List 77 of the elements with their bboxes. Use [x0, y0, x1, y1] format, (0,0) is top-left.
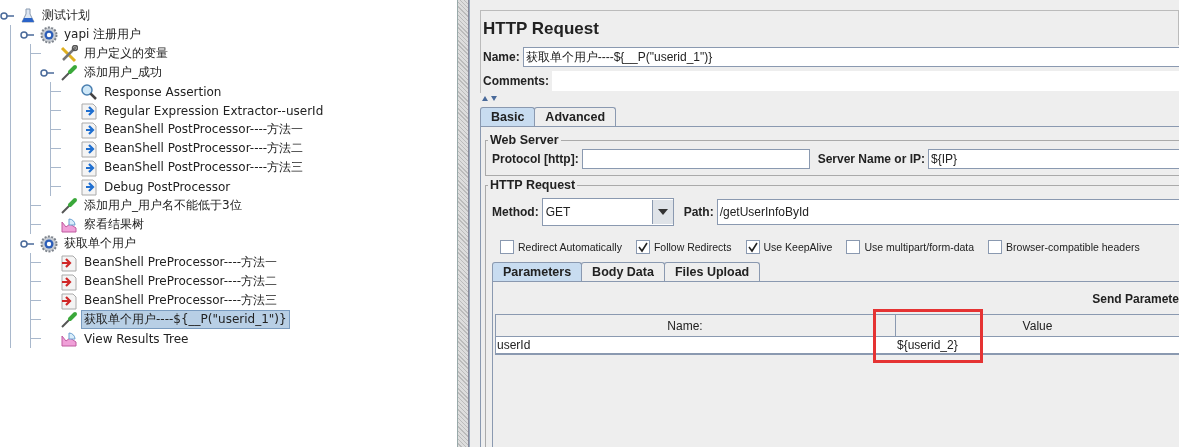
- pipette-icon: [60, 63, 78, 82]
- tab[interactable]: Parameters: [492, 262, 583, 281]
- document-arrow-icon: [60, 291, 78, 310]
- expand-handle-icon[interactable]: [0, 10, 14, 21]
- tree-item[interactable]: BeanShell PostProcessor----方法三: [101, 158, 307, 177]
- tree-item[interactable]: Debug PostProcessor: [101, 178, 234, 195]
- checkbox[interactable]: [500, 240, 514, 254]
- panel-title: HTTP Request: [480, 10, 1179, 45]
- document-arrow-icon: [80, 101, 98, 120]
- tree-item[interactable]: View Results Tree: [81, 330, 192, 347]
- protocol-label: Protocol [http]:: [492, 152, 579, 166]
- tab[interactable]: Advanced: [534, 107, 617, 126]
- tree-item[interactable]: 添加用户_用户名不能低于3位: [81, 196, 245, 215]
- tab[interactable]: Files Upload: [663, 262, 761, 281]
- column-header: Value: [1021, 317, 1054, 335]
- document-arrow-icon: [80, 139, 98, 158]
- checkbox-label: Use multipart/form-data: [864, 241, 975, 253]
- document-arrow-icon: [80, 177, 98, 196]
- tree-item[interactable]: Response Assertion: [101, 83, 225, 100]
- table-cell: ${userid_2}: [896, 337, 1179, 354]
- tree-item[interactable]: 获取单个用户----${__P("userid_1")}: [81, 310, 290, 329]
- document-arrow-icon: [60, 253, 78, 272]
- section-title: HTTP Request: [489, 178, 577, 192]
- name-field[interactable]: 获取单个用户----${__P("userid_1")}: [522, 47, 1179, 67]
- expand-handle-icon[interactable]: [20, 238, 34, 249]
- section-title: Web Server: [489, 133, 560, 147]
- expand-handle-icon[interactable]: [40, 67, 54, 78]
- method-dropdown[interactable]: GET: [541, 198, 674, 226]
- comments-label: Comments:: [483, 74, 549, 88]
- method-label: Method:: [492, 205, 539, 219]
- tree-item[interactable]: BeanShell PostProcessor----方法二: [101, 139, 307, 158]
- checkbox-label: Use KeepAlive: [763, 241, 833, 253]
- document-arrow-icon: [80, 120, 98, 139]
- document-arrow-icon: [80, 158, 98, 177]
- tree-item[interactable]: 察看结果树: [81, 215, 147, 234]
- tab[interactable]: Basic: [480, 107, 536, 126]
- tab[interactable]: Body Data: [581, 262, 665, 281]
- server-field[interactable]: ${IP}: [928, 149, 1179, 169]
- expand-handle-icon[interactable]: [20, 29, 34, 40]
- checkbox-label: Redirect Automatically: [518, 241, 622, 253]
- tree-item[interactable]: BeanShell PreProcessor----方法三: [81, 291, 281, 310]
- pipette-icon: [60, 310, 78, 329]
- checkbox-label: Browser-compatible headers: [1006, 241, 1140, 253]
- checkbox[interactable]: [635, 240, 650, 254]
- path-label: Path:: [683, 205, 714, 219]
- tree-item[interactable]: 添加用户_成功: [81, 63, 165, 82]
- splitter-arrows-icon[interactable]: [482, 95, 498, 101]
- checkbox[interactable]: [745, 240, 760, 254]
- tree-item[interactable]: yapi 注册用户: [61, 25, 145, 44]
- tree-item[interactable]: 用户定义的变量: [81, 44, 171, 63]
- tree-item[interactable]: BeanShell PreProcessor----方法一: [81, 253, 281, 272]
- path-field[interactable]: /getUserInfoById: [716, 199, 1179, 225]
- column-header: Name:: [496, 315, 875, 336]
- chart-icon: [60, 215, 78, 234]
- tree-item[interactable]: 测试计划: [39, 6, 93, 25]
- server-label: Server Name or IP:: [817, 152, 926, 166]
- gear-icon: [40, 25, 58, 44]
- checkbox[interactable]: [846, 240, 861, 254]
- flask-icon: [20, 7, 36, 24]
- table-cell: userId: [496, 337, 875, 354]
- wrench-screwdriver-icon: [60, 44, 78, 63]
- splitter-bar[interactable]: [458, 0, 469, 447]
- name-label: Name:: [483, 50, 520, 64]
- checkbox[interactable]: [988, 240, 1003, 254]
- tree-item[interactable]: BeanShell PostProcessor----方法一: [101, 120, 307, 139]
- magnifier-icon: [80, 82, 98, 101]
- send-parameters-label: Send Paramete: [1092, 292, 1179, 306]
- chart-icon: [60, 329, 78, 348]
- protocol-field[interactable]: [581, 149, 810, 169]
- tree-item[interactable]: 获取单个用户: [61, 234, 139, 253]
- checkbox-label: Follow Redirects: [653, 241, 732, 253]
- dropdown-caret-icon: [657, 209, 668, 215]
- tree-item[interactable]: BeanShell PreProcessor----方法二: [81, 272, 281, 291]
- gear-icon: [40, 234, 58, 253]
- tree-item[interactable]: Regular Expression Extractor--userId: [101, 102, 327, 119]
- document-arrow-icon: [60, 272, 78, 291]
- pipette-icon: [60, 196, 78, 215]
